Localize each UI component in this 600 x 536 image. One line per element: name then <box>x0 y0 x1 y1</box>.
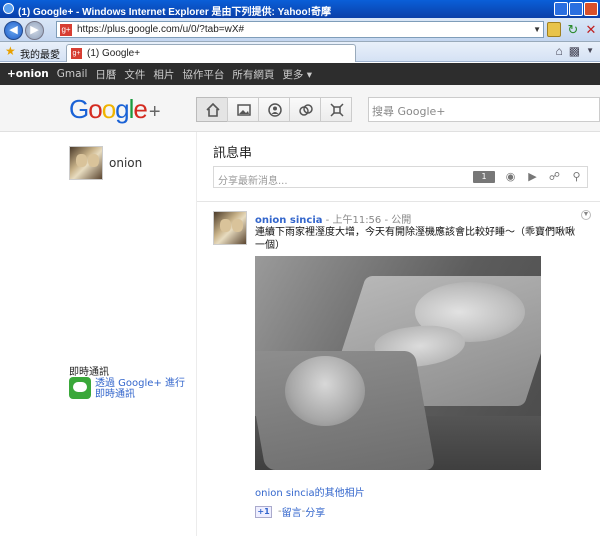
circles-icon <box>299 104 313 116</box>
post-options-chevron-down-icon[interactable]: ▼ <box>581 210 591 220</box>
address-input[interactable]: g+ https://plus.google.com/u/0/?tab=wX# … <box>56 21 544 38</box>
gbar-item-plus[interactable]: +onion <box>7 68 49 80</box>
home-icon[interactable]: ⌂ <box>555 44 562 58</box>
post-visibility[interactable]: 公開 <box>391 215 411 226</box>
window-controls <box>554 2 598 16</box>
video-icon[interactable]: ▶ <box>526 171 539 183</box>
lock-icon[interactable] <box>547 22 561 37</box>
profile-name[interactable]: onion <box>109 156 142 170</box>
logo-letter: G <box>69 94 89 124</box>
more-photos-author: onion sincia <box>255 488 315 499</box>
post-meta: onion sincia - 上午11:56 - 公開 <box>255 211 411 226</box>
nav-games-button[interactable] <box>320 97 352 122</box>
chat-link[interactable]: 透過 Google+ 進行 即時通訊 <box>95 378 190 400</box>
plusone-button[interactable]: +1 <box>255 505 272 518</box>
photos-icon <box>237 104 251 116</box>
left-sidebar <box>0 132 197 536</box>
google-plus-favicon-icon: g+ <box>71 48 82 59</box>
window-title-bar: (1) Google+ - Windows Internet Explorer … <box>0 0 600 18</box>
chevron-down-icon[interactable]: ▼ <box>533 25 541 34</box>
feed-icon[interactable]: ▩ <box>569 44 580 58</box>
post-author-avatar[interactable] <box>213 211 247 245</box>
games-icon <box>330 103 344 117</box>
gbar-item-docs[interactable]: 文件 <box>124 67 145 82</box>
logo-plus: + <box>148 101 161 123</box>
chat-icon[interactable] <box>69 377 91 399</box>
close-window-button[interactable] <box>584 2 598 16</box>
post-actions: +1 - 留言 - 分享 <box>255 504 325 519</box>
tab-label: (1) Google+ <box>87 48 141 59</box>
tab-bar: ★ 我的最愛 g+ (1) Google+ ⌂ ▩ ▼ <box>0 42 600 62</box>
profile-icon <box>268 103 282 117</box>
google-plus-logo[interactable]: Google + <box>69 94 161 125</box>
stream-title: 訊息串 <box>213 146 253 161</box>
nav-photos-button[interactable] <box>227 97 259 122</box>
gbar-item-sites[interactable]: 協作平台 <box>182 67 224 82</box>
minimize-button[interactable] <box>554 2 568 16</box>
comment-link[interactable]: 留言 <box>282 504 302 519</box>
nav-home-button[interactable] <box>196 97 228 122</box>
forward-icon[interactable]: ▶ <box>25 21 44 40</box>
chat-heading: 即時通訊 <box>69 367 109 378</box>
page-header: Google + 搜尋 Google+ <box>0 85 600 132</box>
location-icon[interactable]: ⚲ <box>570 171 583 183</box>
post-photo[interactable] <box>255 256 541 470</box>
share-link[interactable]: 分享 <box>305 504 325 519</box>
command-bar: ⌂ ▩ ▼ <box>555 44 594 58</box>
share-input[interactable]: 分享最新消息... 1 ◉ ▶ ☍ ⚲ <box>213 166 588 188</box>
tab-google-plus[interactable]: g+ (1) Google+ <box>66 44 356 62</box>
logo-letter: o <box>101 94 117 124</box>
link-icon[interactable]: ☍ <box>548 171 561 183</box>
meta-separator: - <box>322 215 333 226</box>
gbar-item-photos[interactable]: 相片 <box>153 67 174 82</box>
gbar-item-web[interactable]: 所有網頁 <box>232 67 274 82</box>
share-placeholder: 分享最新消息... <box>218 176 288 187</box>
stream-divider <box>197 201 600 202</box>
more-photos-link[interactable]: onion sincia的其他相片 <box>255 484 365 499</box>
google-plus-favicon-icon: g+ <box>60 24 72 36</box>
refresh-icon[interactable]: ↻ <box>566 22 580 37</box>
post-text: 連續下雨家裡溼度大增，今天有開除溼機應該會比較好睡～（乖寶們啾啾一個） <box>255 227 575 251</box>
meta-separator: - <box>381 215 392 226</box>
gbar-item-gmail[interactable]: Gmail <box>57 68 88 80</box>
star-icon[interactable]: ★ <box>5 45 16 57</box>
gbar-item-calendar[interactable]: 日曆 <box>95 67 116 82</box>
chat-link-line1: 透過 Google+ 進行 <box>95 378 185 389</box>
home-icon <box>206 103 220 117</box>
address-url: https://plus.google.com/u/0/?tab=wX# <box>77 24 245 35</box>
main-nav <box>196 97 352 122</box>
maximize-button[interactable] <box>569 2 583 16</box>
logo-letter: o <box>88 94 103 124</box>
favorites-button[interactable]: 我的最愛 <box>20 46 60 61</box>
post-time[interactable]: 上午11:56 <box>332 215 381 226</box>
stop-icon[interactable]: ✕ <box>584 22 598 37</box>
window-title: (1) Google+ - Windows Internet Explorer … <box>18 7 331 18</box>
logo-letter: g <box>115 94 130 124</box>
gbar-item-more[interactable]: 更多 ▾ <box>282 67 312 82</box>
address-toolbar: ◀ ▶ g+ https://plus.google.com/u/0/?tab=… <box>0 18 600 42</box>
share-attachments: 1 ◉ ▶ ☍ ⚲ <box>473 171 583 183</box>
search-input[interactable]: 搜尋 Google+ <box>368 97 600 122</box>
nav-circles-button[interactable] <box>289 97 321 122</box>
nav-profile-button[interactable] <box>258 97 290 122</box>
profile-avatar[interactable] <box>69 146 103 180</box>
logo-letter: e <box>133 94 148 124</box>
more-photos-rest: 的其他相片 <box>314 488 365 499</box>
google-bar: +onion Gmail 日曆 文件 相片 協作平台 所有網頁 更多 ▾ <box>0 63 600 85</box>
post-author[interactable]: onion sincia <box>255 215 323 226</box>
ie-icon <box>3 3 14 14</box>
back-icon[interactable]: ◀ <box>4 21 23 40</box>
chevron-down-icon[interactable]: ▼ <box>586 44 594 58</box>
photo-count-icon[interactable]: 1 <box>473 171 495 183</box>
chat-link-line2: 即時通訊 <box>95 389 135 400</box>
camera-icon[interactable]: ◉ <box>504 171 517 183</box>
column-divider <box>196 132 197 536</box>
